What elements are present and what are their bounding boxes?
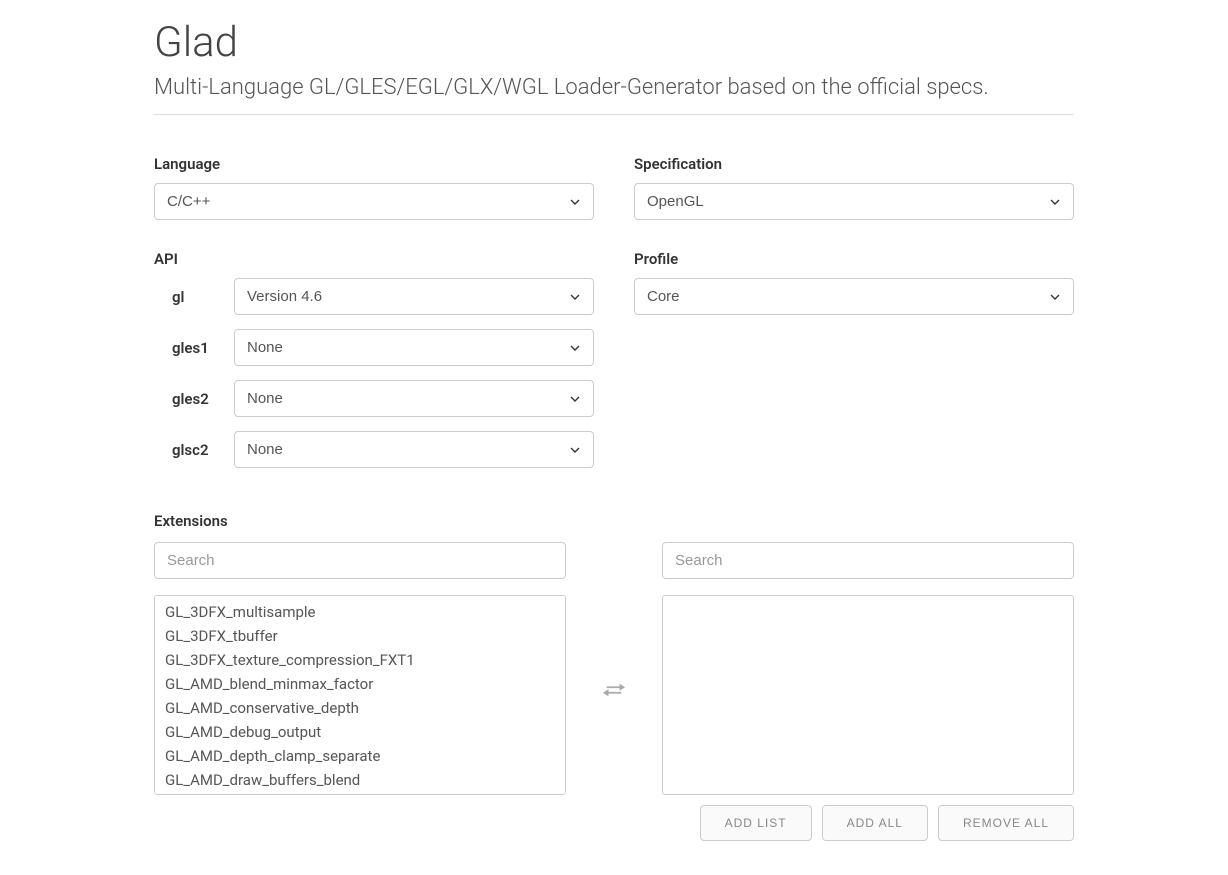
add-list-button[interactable]: ADD LIST: [700, 805, 812, 841]
page-subtitle: Multi-Language GL/GLES/EGL/GLX/WGL Loade…: [154, 75, 1074, 115]
api-gl-label: gl: [154, 288, 234, 306]
list-item[interactable]: GL_AMD_debug_output: [155, 720, 565, 744]
extensions-search-available[interactable]: [154, 542, 566, 579]
extensions-label: Extensions: [154, 512, 1074, 530]
extensions-available-list[interactable]: GL_3DFX_multisample GL_3DFX_tbuffer GL_3…: [154, 595, 566, 795]
language-label: Language: [154, 155, 594, 173]
list-item[interactable]: GL_3DFX_multisample: [155, 600, 565, 624]
profile-label: Profile: [634, 250, 1074, 268]
api-gl-select[interactable]: Version 4.6: [234, 278, 594, 315]
list-item[interactable]: GL_AMD_blend_minmax_factor: [155, 672, 565, 696]
swap-icon: [603, 681, 625, 702]
language-select[interactable]: C/C++: [154, 183, 594, 220]
list-item[interactable]: GL_3DFX_tbuffer: [155, 624, 565, 648]
api-gles2-label: gles2: [154, 390, 234, 408]
specification-select[interactable]: OpenGL: [634, 183, 1074, 220]
page-title: Glad: [154, 18, 1074, 67]
api-gles2-select[interactable]: None: [234, 380, 594, 417]
extensions-selected-list[interactable]: [662, 595, 1074, 795]
specification-label: Specification: [634, 155, 1074, 173]
add-all-button[interactable]: ADD ALL: [822, 805, 928, 841]
profile-select[interactable]: Core: [634, 278, 1074, 315]
api-gles1-select[interactable]: None: [234, 329, 594, 366]
list-item[interactable]: GL_AMD_depth_clamp_separate: [155, 744, 565, 768]
remove-all-button[interactable]: REMOVE ALL: [938, 805, 1074, 841]
api-label: API: [154, 250, 594, 268]
list-item[interactable]: GL_AMD_conservative_depth: [155, 696, 565, 720]
extensions-search-selected[interactable]: [662, 542, 1074, 579]
api-glsc2-label: glsc2: [154, 441, 234, 459]
api-gles1-label: gles1: [154, 339, 234, 357]
list-item[interactable]: GL_3DFX_texture_compression_FXT1: [155, 648, 565, 672]
list-item[interactable]: GL_AMD_draw_buffers_blend: [155, 768, 565, 792]
api-glsc2-select[interactable]: None: [234, 431, 594, 468]
